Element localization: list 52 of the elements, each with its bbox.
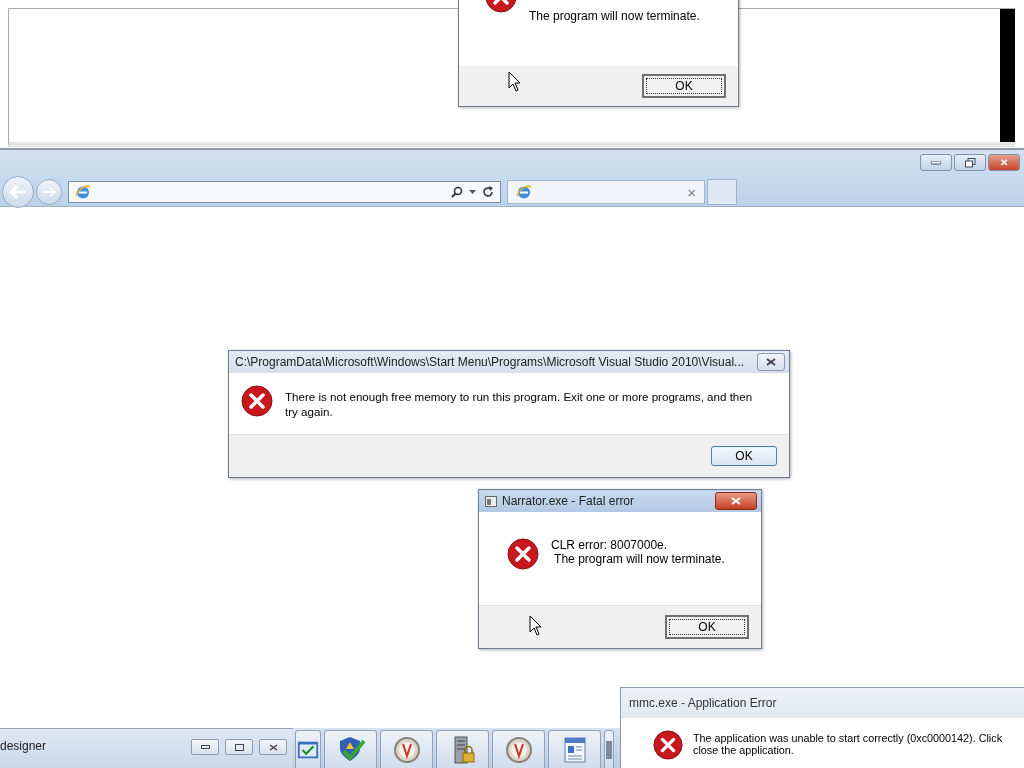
dialog-message: There is not enough free memory to run this program. Exit one or more programs, and then try again. bbox=[285, 389, 754, 419]
dialog-title: Narrator.exe - Fatal error bbox=[502, 494, 636, 508]
dialog-message: close the application. bbox=[693, 744, 795, 756]
mouse-pointer bbox=[529, 615, 543, 636]
document-icon[interactable] bbox=[561, 736, 588, 764]
back-arrow-icon bbox=[9, 185, 27, 199]
close-icon bbox=[766, 358, 776, 366]
maximize-button[interactable] bbox=[225, 739, 253, 755]
taskbar-button[interactable] bbox=[436, 730, 489, 768]
dialog-message: The program will now terminate. bbox=[553, 552, 725, 566]
taskbar-button[interactable] bbox=[324, 730, 377, 768]
gauge-icon[interactable] bbox=[504, 736, 533, 764]
ok-button[interactable]: OK bbox=[642, 74, 726, 98]
minimize-icon bbox=[200, 745, 210, 749]
browser-icon bbox=[75, 184, 91, 200]
dialog-message: The application was unable to start correctly (0xc0000142). Click bbox=[693, 732, 1003, 744]
close-button[interactable] bbox=[715, 492, 757, 510]
ok-button[interactable]: OK bbox=[711, 446, 777, 466]
forward-arrow-icon bbox=[42, 187, 56, 197]
maximize-icon bbox=[234, 743, 244, 751]
taskbar-button[interactable] bbox=[604, 730, 614, 768]
app-icon bbox=[485, 495, 497, 507]
error-icon bbox=[653, 730, 683, 760]
close-icon bbox=[268, 743, 278, 751]
restore-button[interactable] bbox=[954, 154, 986, 171]
refresh-icon[interactable] bbox=[482, 186, 494, 198]
address-field[interactable] bbox=[68, 181, 501, 203]
dropdown-icon[interactable] bbox=[469, 190, 476, 194]
taskbar-button[interactable] bbox=[548, 730, 601, 768]
search-icon[interactable] bbox=[451, 186, 463, 198]
error-icon bbox=[507, 538, 539, 570]
minimize-icon bbox=[931, 160, 941, 165]
browser-icon bbox=[516, 184, 532, 200]
error-icon bbox=[241, 385, 273, 417]
taskbar-button[interactable] bbox=[380, 730, 433, 768]
close-icon bbox=[731, 497, 741, 505]
ok-button[interactable]: OK bbox=[665, 615, 749, 639]
dialog-message: The program will now terminate. bbox=[529, 9, 700, 23]
window-title: designer bbox=[0, 739, 48, 753]
close-button[interactable] bbox=[259, 739, 287, 755]
tab-close-button[interactable]: × bbox=[687, 183, 696, 201]
restore-icon bbox=[964, 157, 976, 168]
minimize-button[interactable] bbox=[191, 739, 219, 755]
dialog-title: C:\ProgramData\Microsoft\Windows\Start Menu\Programs\Microsoft Visual Studio 2010\Visual... bbox=[235, 355, 746, 369]
taskbar-button[interactable] bbox=[492, 730, 545, 768]
browser-tab[interactable]: × bbox=[507, 180, 705, 204]
dialog-title: mmc.exe - Application Error bbox=[621, 688, 1024, 718]
close-button[interactable] bbox=[757, 353, 785, 371]
gauge-icon[interactable] bbox=[392, 736, 421, 764]
dialog-message: CLR error: 8007000e. bbox=[551, 538, 669, 552]
taskbar-button[interactable] bbox=[295, 730, 321, 768]
mouse-pointer bbox=[508, 71, 522, 92]
